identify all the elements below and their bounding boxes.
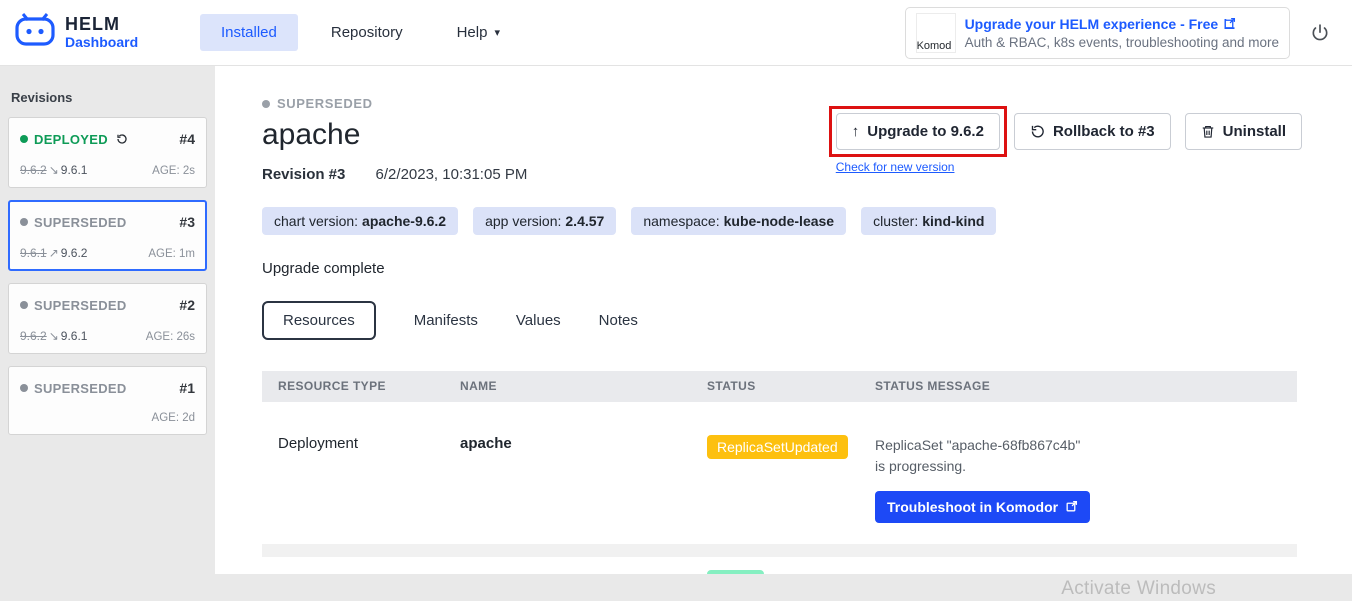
rollback-button[interactable]: Rollback to #3 <box>1014 113 1171 150</box>
revision-card-1[interactable]: SUPERSEDED #1 AGE: 2d <box>8 366 207 435</box>
revision-status: SUPERSEDED <box>20 215 127 230</box>
revision-card-3[interactable]: SUPERSEDED #3 9.6.1↗9.6.2 AGE: 1m <box>8 200 207 271</box>
revision-status: DEPLOYED <box>20 132 128 147</box>
table-row-deployment: Deployment apache ReplicaSetUpdated Repl… <box>262 414 1297 544</box>
revisions-sidebar: Revisions DEPLOYED #4 9.6 <box>0 66 215 601</box>
app-version-badge: app version:2.4.57 <box>473 207 616 235</box>
detail-tabs: Resources Manifests Values Notes <box>262 301 1302 340</box>
main-nav: Installed Repository Help ▾ <box>200 14 521 51</box>
revision-label: Revision #3 <box>262 166 345 183</box>
uninstall-button[interactable]: Uninstall <box>1185 113 1302 150</box>
helm-logo[interactable]: HELM Dashboard <box>14 12 182 53</box>
table-row-service: Service apache Exists <box>262 557 1297 574</box>
release-status-badge: SUPERSEDED <box>262 96 373 111</box>
tab-values[interactable]: Values <box>516 312 561 329</box>
promo-subtitle: Auth & RBAC, k8s events, troubleshooting… <box>965 35 1279 50</box>
status-dot <box>20 218 28 226</box>
cell-name: apache <box>460 435 707 452</box>
cell-resource-type: Deployment <box>278 435 460 452</box>
release-description: Upgrade complete <box>262 260 1302 277</box>
logo-title: HELM <box>65 15 138 35</box>
namespace-badge: namespace:kube-node-lease <box>631 207 846 235</box>
komodor-logo: Komod <box>916 13 956 53</box>
tab-resources[interactable]: Resources <box>262 301 376 340</box>
revision-status: SUPERSEDED <box>20 381 127 396</box>
troubleshoot-button[interactable]: Troubleshoot in Komodor <box>875 491 1090 523</box>
arrow-up-icon: ↗ <box>47 246 61 260</box>
tab-notes[interactable]: Notes <box>599 312 638 329</box>
nav-help-label: Help <box>457 24 488 41</box>
status-dot <box>20 384 28 392</box>
external-link-icon <box>1223 17 1236 30</box>
reload-icon <box>116 133 128 145</box>
promo-link-label: Upgrade your HELM experience - Free <box>965 16 1219 32</box>
tab-manifests[interactable]: Manifests <box>414 312 478 329</box>
table-header-row: RESOURCE TYPE NAME STATUS STATUS MESSAGE <box>262 371 1297 402</box>
nav-tab-installed[interactable]: Installed <box>200 14 298 51</box>
status-badge: ReplicaSetUpdated <box>707 435 848 460</box>
arrow-up-icon: ↑ <box>852 123 860 140</box>
sidebar-title: Revisions <box>11 90 204 105</box>
nav-tab-help[interactable]: Help ▾ <box>436 14 521 51</box>
logo-subtitle: Dashboard <box>65 35 138 50</box>
revision-versions: 9.6.2↘9.6.1 <box>20 163 87 177</box>
release-title: apache <box>262 118 527 152</box>
revision-number: #1 <box>179 380 195 396</box>
check-new-version-link[interactable]: Check for new version <box>836 160 1000 174</box>
nav-tab-repository[interactable]: Repository <box>310 14 424 51</box>
revision-date: 6/2/2023, 10:31:05 PM <box>376 166 528 183</box>
revision-number: #2 <box>179 297 195 313</box>
status-dot <box>262 100 270 108</box>
komodor-logo-text: Komod <box>917 40 952 52</box>
revision-age: AGE: 1m <box>148 248 195 260</box>
upgrade-button[interactable]: ↑ Upgrade to 9.6.2 <box>836 113 1000 150</box>
arrow-down-icon: ↘ <box>47 329 61 343</box>
revision-status: SUPERSEDED <box>20 298 127 313</box>
power-button[interactable] <box>1310 23 1330 43</box>
activate-windows-watermark: Activate Windows <box>1061 578 1216 600</box>
resources-table: RESOURCE TYPE NAME STATUS STATUS MESSAGE… <box>262 371 1297 575</box>
helm-robot-icon <box>14 12 56 53</box>
status-dot <box>20 135 28 143</box>
cell-status-message: ReplicaSet "apache-68fb867c4b" is progre… <box>875 435 1297 523</box>
col-name: NAME <box>460 379 707 393</box>
col-status-message: STATUS MESSAGE <box>875 379 1297 393</box>
status-message-text: ReplicaSet "apache-68fb867c4b" is progre… <box>875 435 1085 478</box>
external-link-icon <box>1065 500 1078 513</box>
release-detail: SUPERSEDED apache Revision #3 6/2/2023, … <box>215 66 1352 574</box>
promo-text: Upgrade your HELM experience - Free Auth… <box>965 16 1279 50</box>
status-dot <box>20 301 28 309</box>
top-bar: HELM Dashboard Installed Repository Help… <box>0 0 1352 66</box>
revision-versions: 9.6.1↗9.6.2 <box>20 246 87 260</box>
revision-versions: 9.6.2↘9.6.1 <box>20 329 87 343</box>
cluster-badge: cluster:kind-kind <box>861 207 996 235</box>
revision-number: #3 <box>179 214 195 230</box>
row-separator <box>262 544 1297 557</box>
revision-age: AGE: 2s <box>152 165 195 177</box>
col-status: STATUS <box>707 379 875 393</box>
revision-number: #4 <box>179 131 195 147</box>
revision-card-2[interactable]: SUPERSEDED #2 9.6.2↘9.6.1 AGE: 26s <box>8 283 207 354</box>
trash-icon <box>1201 124 1215 139</box>
rollback-icon <box>1030 124 1045 139</box>
power-icon <box>1310 23 1330 43</box>
chart-version-badge: chart version:apache-9.6.2 <box>262 207 458 235</box>
app-root: HELM Dashboard Installed Repository Help… <box>0 0 1352 601</box>
arrow-down-icon: ↘ <box>47 163 61 177</box>
cell-status: ReplicaSetUpdated <box>707 435 875 460</box>
release-metadata: chart version:apache-9.6.2 app version:2… <box>262 207 1302 235</box>
revision-age: AGE: 2d <box>152 412 195 424</box>
promo-link[interactable]: Upgrade your HELM experience - Free <box>965 16 1279 32</box>
revision-age: AGE: 26s <box>146 331 195 343</box>
col-resource-type: RESOURCE TYPE <box>278 379 460 393</box>
komodor-promo-banner[interactable]: Komod Upgrade your HELM experience - Fre… <box>905 7 1290 59</box>
revision-card-4[interactable]: DEPLOYED #4 9.6.2↘9.6.1 AGE: 2s <box>8 117 207 188</box>
chevron-down-icon: ▾ <box>494 26 500 39</box>
